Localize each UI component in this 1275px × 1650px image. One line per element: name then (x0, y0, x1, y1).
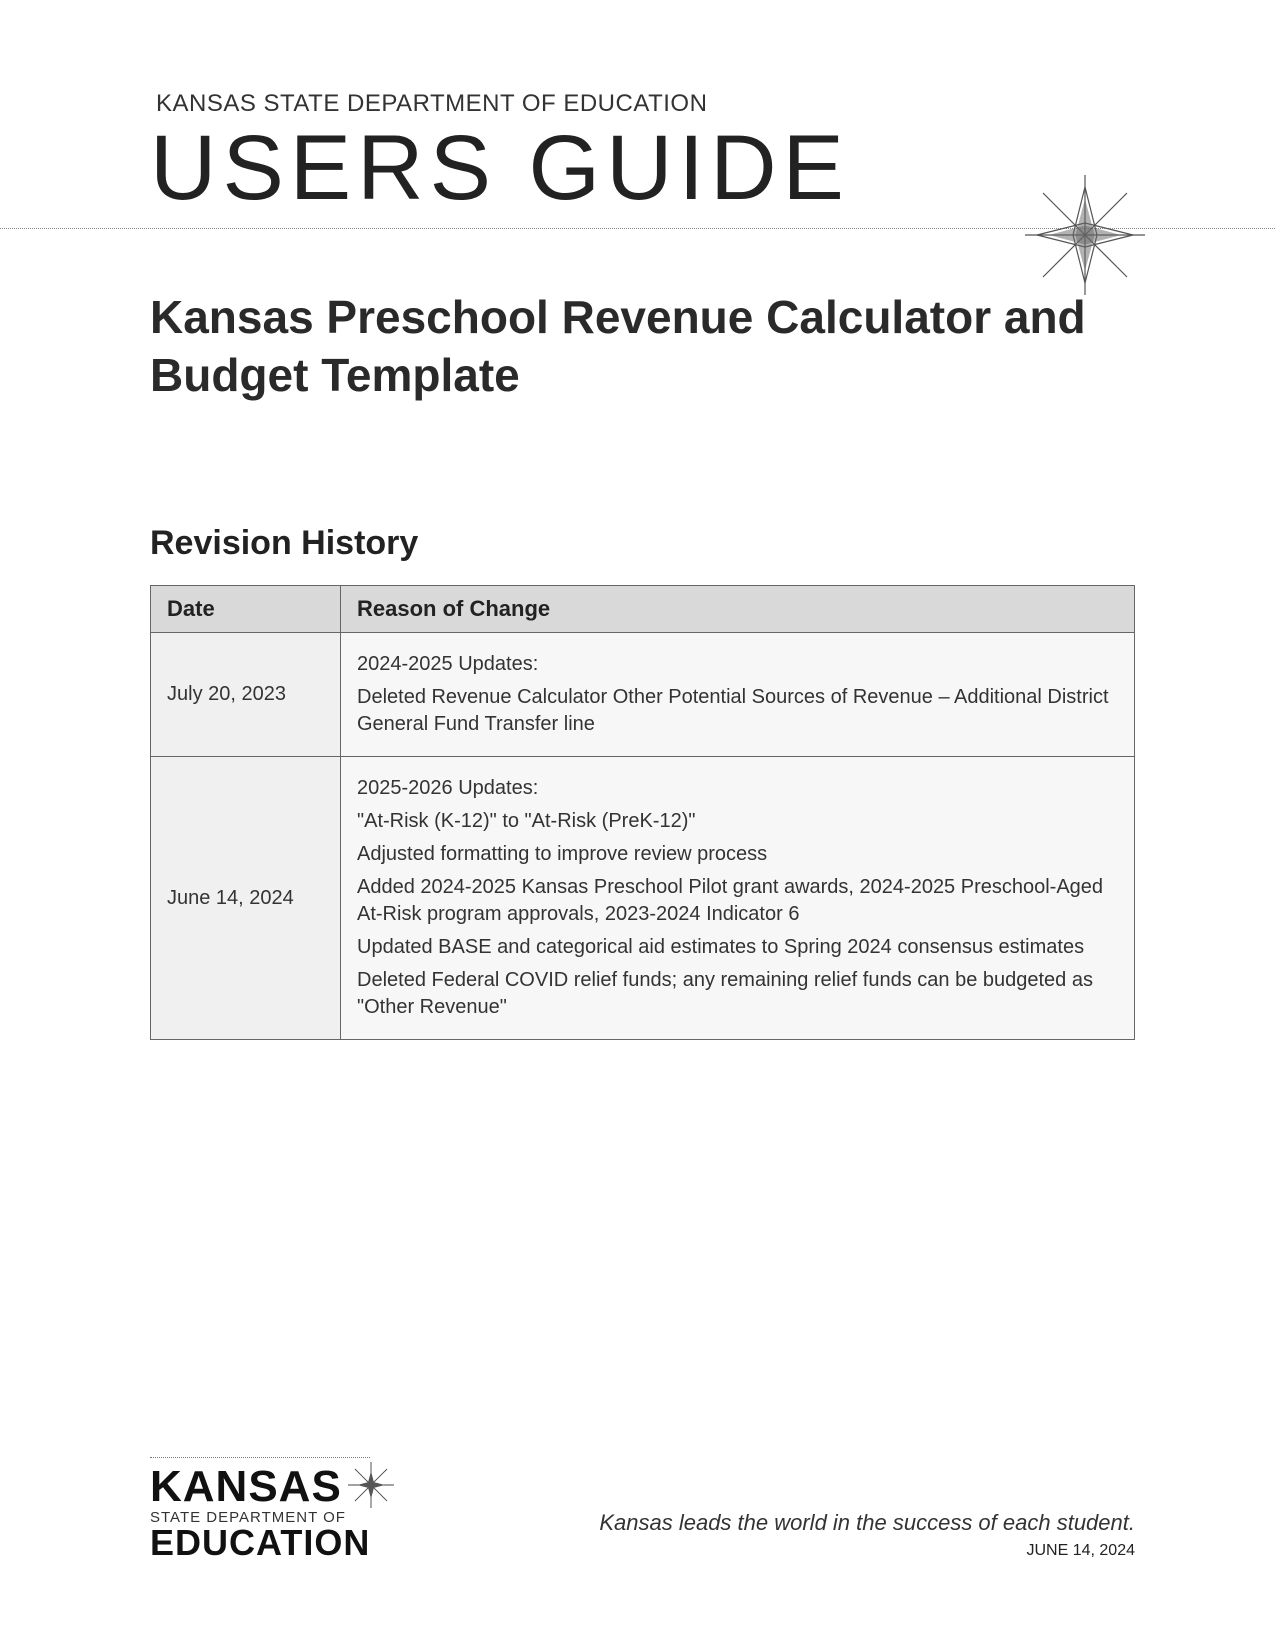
document-subtitle: Kansas Preschool Revenue Calculator and … (150, 289, 1135, 404)
reason-line: Adjusted formatting to improve review pr… (357, 841, 1118, 868)
page-header: KANSAS STATE DEPARTMENT OF EDUCATION USE… (150, 90, 1135, 404)
revision-history-heading: Revision History (150, 524, 1135, 563)
revision-reason: 2025-2026 Updates: "At-Risk (K-12)" to "… (341, 757, 1135, 1040)
logo-line-1: KANSAS (150, 1467, 342, 1507)
table-row: July 20, 2023 2024-2025 Updates: Deleted… (151, 633, 1135, 757)
footer-date: JUNE 14, 2024 (599, 1542, 1135, 1560)
reason-line: Updated BASE and categorical aid estimat… (357, 934, 1118, 961)
col-header-reason: Reason of Change (341, 586, 1135, 633)
logo-rule (150, 1457, 370, 1458)
reason-line: Added 2024-2025 Kansas Preschool Pilot g… (357, 874, 1118, 928)
reason-line: Deleted Revenue Calculator Other Potenti… (357, 684, 1118, 738)
footer-tagline: Kansas leads the world in the success of… (599, 1510, 1135, 1536)
page-footer: KANSAS STATE DEPARTMENT OF ED (150, 1457, 1135, 1560)
revision-date: June 14, 2024 (151, 757, 341, 1040)
revision-history-table: Date Reason of Change July 20, 2023 2024… (150, 585, 1135, 1040)
star-icon (1025, 175, 1145, 300)
col-header-date: Date (151, 586, 341, 633)
star-icon (348, 1462, 394, 1513)
revision-reason: 2024-2025 Updates: Deleted Revenue Calcu… (341, 633, 1135, 757)
department-line: KANSAS STATE DEPARTMENT OF EDUCATION (156, 90, 1135, 118)
table-row: June 14, 2024 2025-2026 Updates: "At-Ris… (151, 757, 1135, 1040)
reason-line: 2025-2026 Updates: (357, 775, 1118, 802)
revision-date: July 20, 2023 (151, 633, 341, 757)
reason-line: 2024-2025 Updates: (357, 651, 1118, 678)
logo-line-3: EDUCATION (150, 1526, 370, 1560)
reason-line: Deleted Federal COVID relief funds; any … (357, 967, 1118, 1021)
reason-line: "At-Risk (K-12)" to "At-Risk (PreK-12)" (357, 808, 1118, 835)
ksde-logo: KANSAS STATE DEPARTMENT OF ED (150, 1457, 394, 1560)
page-title: USERS GUIDE (150, 122, 1135, 214)
